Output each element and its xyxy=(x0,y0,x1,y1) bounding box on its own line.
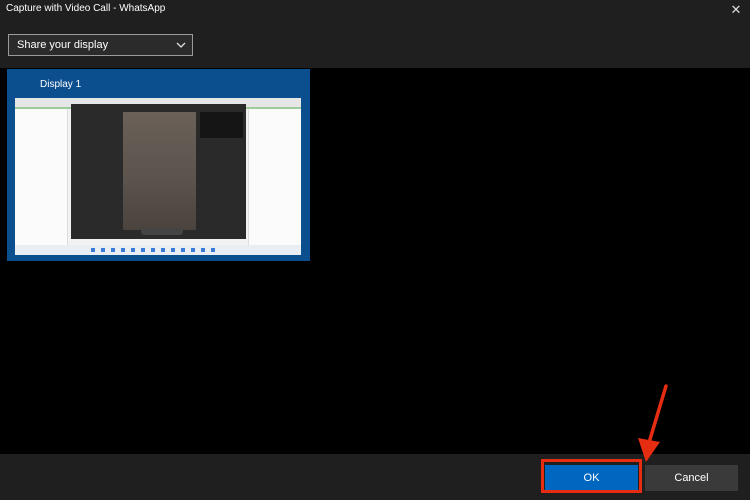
share-source-selected: Share your display xyxy=(17,39,109,51)
display-picker-area: Display 1 xyxy=(0,68,750,454)
window-title: Capture with Video Call - WhatsApp xyxy=(6,3,166,14)
dialog-footer: OK Cancel xyxy=(0,454,750,500)
close-button[interactable]: ✕ xyxy=(722,0,750,22)
cancel-button[interactable]: Cancel xyxy=(645,465,738,491)
ok-button[interactable]: OK xyxy=(545,465,638,491)
display-tile-label: Display 1 xyxy=(40,79,82,90)
title-bar: Capture with Video Call - WhatsApp ✕ xyxy=(0,0,750,22)
display-tile-1[interactable]: Display 1 xyxy=(7,69,310,261)
toolbar: Share your display xyxy=(0,22,750,68)
chevron-down-icon xyxy=(176,42,186,48)
share-source-dropdown[interactable]: Share your display xyxy=(8,34,193,56)
display-thumbnail xyxy=(15,98,301,255)
